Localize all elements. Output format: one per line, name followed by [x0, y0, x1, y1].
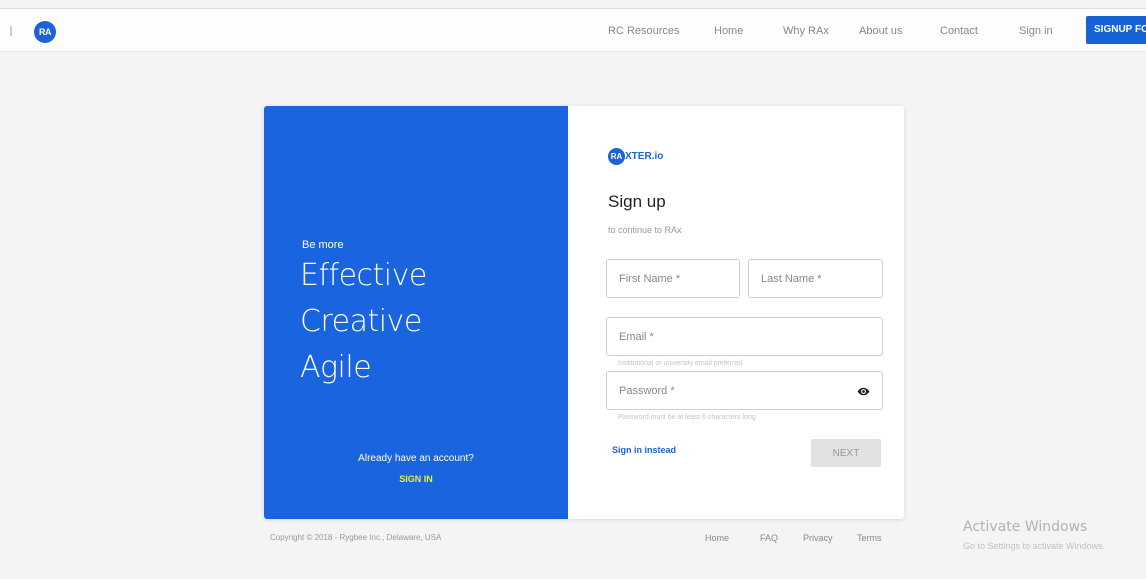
top-navbar: RA x RC Resources Home Why RAx About us … — [0, 8, 1146, 52]
next-button[interactable]: NEXT — [811, 439, 881, 467]
form-subtitle: to continue to RAx — [608, 225, 682, 235]
nav-about-us[interactable]: About us — [859, 25, 902, 37]
email-input[interactable] — [607, 318, 882, 355]
window-edge-marker — [10, 26, 12, 36]
nav-rc-resources[interactable]: RC Resources — [608, 25, 680, 37]
logo-suffix: x — [51, 26, 56, 36]
signup-form: RA XTER.io Sign up to continue to RAx In… — [568, 106, 904, 519]
hero-word-creative: Creative — [300, 304, 422, 339]
hero-word-effective: Effective — [300, 258, 427, 293]
eye-icon[interactable] — [857, 385, 870, 398]
raxter-logo-icon: RA — [608, 148, 625, 165]
copyright-text: Copyright © 2018 - Rygbee Inc., Delaware… — [270, 533, 442, 542]
email-field — [606, 317, 883, 356]
nav-contact[interactable]: Contact — [940, 25, 978, 37]
password-field — [606, 371, 883, 410]
email-hint: Institutional or university email prefer… — [618, 360, 743, 367]
hero-word-agile: Agile — [300, 350, 372, 385]
rax-logo[interactable]: RA x — [34, 21, 56, 43]
password-hint: Password must be at least 6 characters l… — [618, 414, 756, 421]
signup-button[interactable]: SIGNUP FO — [1086, 16, 1146, 44]
hero-panel: Be more Effective Creative Agile Already… — [264, 106, 568, 519]
footer-link-privacy[interactable]: Privacy — [803, 533, 833, 543]
first-name-field — [606, 259, 740, 298]
nav-sign-in[interactable]: Sign in — [1019, 25, 1053, 37]
nav-why-rax[interactable]: Why RAx — [783, 25, 829, 37]
logo-text: RA — [39, 27, 52, 37]
last-name-field — [748, 259, 883, 298]
first-name-input[interactable] — [607, 260, 739, 297]
signup-card: Be more Effective Creative Agile Already… — [264, 106, 904, 519]
password-input[interactable] — [607, 372, 882, 409]
windows-activation-subtitle: Go to Settings to activate Windows. — [963, 541, 1106, 551]
already-account-text: Already have an account? — [358, 453, 474, 464]
windows-activation-title: Activate Windows — [963, 519, 1088, 535]
hero-sign-in-link[interactable]: SIGN IN — [264, 474, 568, 484]
form-title: Sign up — [608, 192, 666, 211]
footer-link-home[interactable]: Home — [705, 533, 729, 543]
nav-home[interactable]: Home — [714, 25, 743, 37]
hero-pretext: Be more — [302, 239, 344, 251]
footer-link-faq[interactable]: FAQ — [760, 533, 778, 543]
footer-link-terms[interactable]: Terms — [857, 533, 882, 543]
sign-in-instead-link[interactable]: Sign in instead — [612, 445, 676, 455]
last-name-input[interactable] — [749, 260, 882, 297]
raxter-logo-text: XTER.io — [625, 151, 664, 162]
